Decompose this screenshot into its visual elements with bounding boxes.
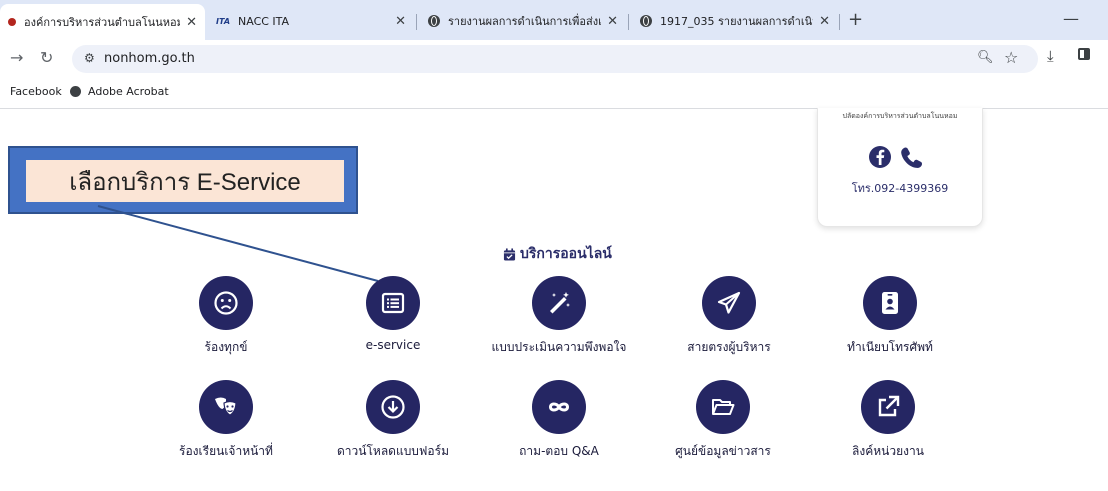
service-icon-circle <box>199 276 253 330</box>
bookmark-star-icon[interactable]: ☆ <box>1004 48 1018 67</box>
facebook-icon[interactable] <box>869 146 891 168</box>
service-label: ลิงค์หน่วยงาน <box>852 444 924 458</box>
service-icon-circle <box>366 276 420 330</box>
service-label: ถาม-ตอบ Q&A <box>519 444 599 458</box>
service-icon-circle <box>861 380 915 434</box>
id-badge-icon <box>882 292 898 314</box>
close-tab-icon[interactable]: ✕ <box>186 15 197 30</box>
zoom-icon[interactable]: 🔍︎ <box>977 50 994 65</box>
tab-separator <box>628 14 629 30</box>
service-info-center[interactable]: ศูนย์ข้อมูลข่าวสาร <box>643 380 803 461</box>
tab-nacc-ita[interactable]: ITA NACC ITA ✕ <box>208 6 414 36</box>
tab-label: องค์การบริหารส่วนตำบลโนนหอม อ.เ <box>24 16 181 29</box>
globe-icon <box>70 86 81 97</box>
service-label: ทำเนียบโทรศัพท์ <box>847 340 933 354</box>
tab-label: 1917_035 รายงานผลการดำเนินการ <box>660 15 813 28</box>
contact-card: ปลัดองค์การบริหารส่วนตำบลโนนหอม โทร.092-… <box>817 108 983 227</box>
contact-icons <box>868 145 932 169</box>
theater-masks-icon <box>215 397 237 416</box>
external-link-icon <box>878 395 900 417</box>
section-title: บริการออนไลน์ <box>503 243 612 265</box>
service-label: สายตรงผู้บริหาร <box>687 340 771 354</box>
service-icon-circle <box>863 276 917 330</box>
service-satisfaction-survey[interactable]: แบบประเมินความพึงพอใจ <box>479 276 639 357</box>
callout-text: เลือกบริการ E-Service <box>26 160 344 202</box>
service-label: ศูนย์ข้อมูลข่าวสาร <box>675 444 771 458</box>
tab-separator <box>416 14 417 30</box>
bookmark-adobe-acrobat[interactable]: Adobe Acrobat <box>70 85 169 98</box>
service-label: ดาวน์โหลดแบบฟอร์ม <box>336 444 449 458</box>
url-text: nonhom.go.th <box>104 51 195 66</box>
service-icon-circle <box>696 380 750 434</box>
minimize-button[interactable]: — <box>1063 9 1079 28</box>
browser-toolbar: → ↻ ⚙ nonhom.go.th 🔍︎ ☆ ⤓ <box>0 40 1108 78</box>
service-icon-circle <box>199 380 253 434</box>
phone-number: โทร.092-4399369 <box>851 182 949 195</box>
paper-plane-icon <box>717 291 741 314</box>
bookmark-label: Facebook <box>10 85 62 98</box>
service-phone-directory[interactable]: ทำเนียบโทรศัพท์ <box>810 276 970 357</box>
tab-report-2[interactable]: 1917_035 รายงานผลการดำเนินการ ✕ <box>632 6 838 36</box>
bookmark-facebook[interactable]: Facebook <box>10 85 62 98</box>
reload-icon[interactable]: ↻ <box>40 48 53 67</box>
close-tab-icon[interactable]: ✕ <box>395 14 406 29</box>
magic-wand-icon <box>550 292 570 314</box>
service-report-officer[interactable]: ร้องเรียนเจ้าหน้าที่ <box>146 380 306 461</box>
card-caption: ปลัดองค์การบริหารส่วนตำบลโนนหอม <box>842 112 958 120</box>
tab-report-1[interactable]: รายงานผลการดำเนินการเพื่อส่งเสริม ✕ <box>420 6 626 36</box>
folder-open-icon <box>712 399 735 415</box>
service-e-service[interactable]: e-service <box>313 276 473 352</box>
globe-icon <box>640 15 652 27</box>
download-icon[interactable]: ⤓ <box>1047 47 1054 65</box>
forward-icon[interactable]: → <box>10 48 23 67</box>
service-icon-circle <box>702 276 756 330</box>
section-title-text: บริการออนไลน์ <box>520 246 612 262</box>
download-icon <box>381 395 405 419</box>
frown-icon <box>214 291 238 315</box>
service-icon-circle <box>532 380 586 434</box>
tab-label: รายงานผลการดำเนินการเพื่อส่งเสริม <box>448 15 602 28</box>
ita-favicon-icon: ITA <box>216 16 231 26</box>
phone-icon[interactable] <box>901 147 923 168</box>
new-tab-button[interactable]: + <box>848 9 863 30</box>
service-complaint[interactable]: ร้องทุกข์ <box>146 276 306 357</box>
site-info-icon[interactable]: ⚙ <box>84 51 95 65</box>
service-agency-links[interactable]: ลิงค์หน่วยงาน <box>808 380 968 461</box>
close-tab-icon[interactable]: ✕ <box>819 14 830 29</box>
tab-label: NACC ITA <box>238 14 290 28</box>
tab-separator <box>839 14 840 30</box>
globe-icon <box>428 15 440 27</box>
site-favicon-icon <box>8 18 16 26</box>
service-icon-circle <box>366 380 420 434</box>
close-tab-icon[interactable]: ✕ <box>607 14 618 29</box>
service-label: แบบประเมินความพึงพอใจ <box>491 340 627 354</box>
service-download-forms[interactable]: ดาวน์โหลดแบบฟอร์ม <box>313 380 473 461</box>
callout-box: เลือกบริการ E-Service <box>8 146 358 214</box>
infinity-icon <box>548 402 570 412</box>
service-label: ร้องทุกข์ <box>204 340 248 354</box>
list-icon <box>381 292 405 314</box>
service-faq[interactable]: ถาม-ตอบ Q&A <box>479 380 639 461</box>
bookmarks-bar: Facebook Adobe Acrobat <box>0 78 1108 109</box>
service-label: ร้องเรียนเจ้าหน้าที่ <box>179 444 273 458</box>
service-icon-circle <box>532 276 586 330</box>
tab-nonhom[interactable]: องค์การบริหารส่วนตำบลโนนหอม อ.เ ✕ <box>0 4 205 40</box>
service-executive-hotline[interactable]: สายตรงผู้บริหาร <box>649 276 809 357</box>
service-label: e-service <box>365 338 421 352</box>
calendar-check-icon <box>503 247 516 261</box>
side-panel-icon[interactable] <box>1078 48 1090 60</box>
bookmark-label: Adobe Acrobat <box>88 85 169 98</box>
address-bar[interactable]: ⚙ nonhom.go.th 🔍︎ ☆ <box>72 45 1038 73</box>
tab-bar: องค์การบริหารส่วนตำบลโนนหอม อ.เ ✕ ITA NA… <box>0 0 1108 40</box>
